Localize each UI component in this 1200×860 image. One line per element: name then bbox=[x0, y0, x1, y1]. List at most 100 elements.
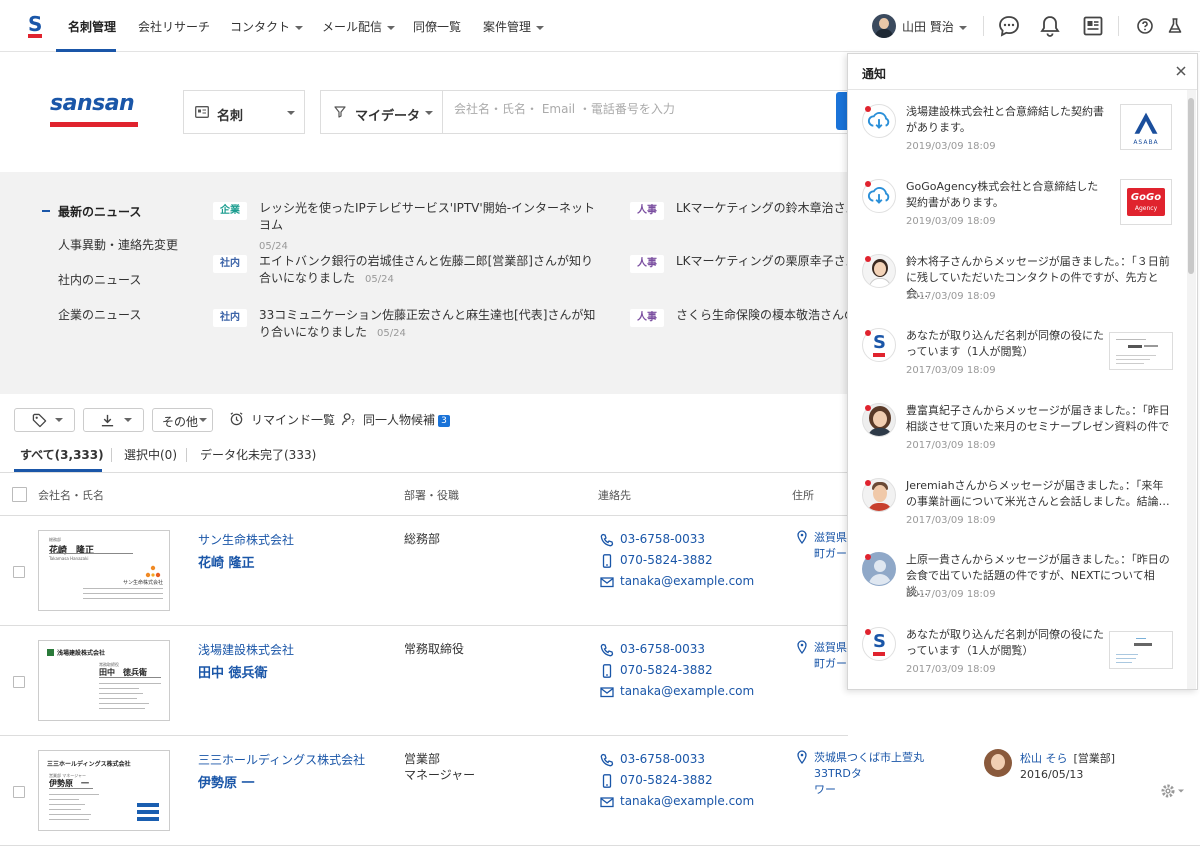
chat-icon[interactable] bbox=[997, 14, 1021, 38]
tab-selected[interactable]: 選択中(0) bbox=[124, 446, 177, 463]
divider bbox=[111, 448, 112, 462]
owner-name-link[interactable]: 松山 そら [営業部] bbox=[1020, 750, 1115, 766]
select-all-checkbox[interactable] bbox=[12, 487, 27, 502]
phone-link[interactable]: 03-6758-0033 bbox=[600, 641, 705, 657]
logo-letter: S bbox=[28, 12, 43, 36]
contract-thumbnail[interactable]: ASABA bbox=[1120, 104, 1172, 150]
company-name-link[interactable]: 浅場建設株式会社 bbox=[198, 641, 294, 658]
notification-item[interactable]: Jeremiahさんからメッセージが届きました。：「来年の事業計画について米光さ… bbox=[848, 478, 1186, 552]
column-header-address[interactable]: 住所 bbox=[792, 487, 814, 503]
unread-dot bbox=[865, 629, 871, 635]
nav-item-company-research[interactable]: 会社リサーチ bbox=[138, 18, 210, 35]
row-checkbox[interactable] bbox=[13, 786, 25, 798]
active-nav-indicator bbox=[56, 49, 116, 52]
data-filter-select[interactable]: マイデータ bbox=[321, 91, 443, 133]
tab-all[interactable]: すべて(3,333) bbox=[20, 446, 104, 463]
remind-list-link[interactable]: リマインド一覧 bbox=[251, 411, 335, 428]
phone-icon bbox=[600, 753, 614, 766]
notification-item[interactable]: 豊富真紀子さんからメッセージが届きました。：「昨日相談させて頂いた来月のセミナー… bbox=[848, 403, 1186, 477]
same-person-candidates-link[interactable]: 同一人物候補 3 bbox=[363, 411, 451, 428]
news-item[interactable]: エイトバンク銀行の岩城佳さんと佐藤二郎[営業部]さんが知り合いになりました 05/… bbox=[259, 253, 599, 288]
notification-item[interactable]: GoGoAgency株式会社と合意締結した契約書があります。 2019/03/0… bbox=[848, 179, 1186, 253]
person-name-link[interactable]: 田中 徳兵衛 bbox=[198, 662, 268, 681]
flask-icon[interactable] bbox=[1163, 14, 1187, 38]
contract-thumbnail[interactable]: GoGo Agency bbox=[1120, 179, 1172, 225]
search-scope-select[interactable]: 名刺 bbox=[183, 90, 305, 134]
business-card-image[interactable]: 三三ホールディングス株式会社 営業部 マネージャー 伊勢原 一 bbox=[38, 750, 170, 831]
row-checkbox[interactable] bbox=[13, 566, 25, 578]
unread-dot bbox=[865, 480, 871, 486]
chevron-down-icon bbox=[425, 111, 433, 115]
card-thumbnail[interactable] bbox=[1109, 332, 1173, 370]
divider bbox=[186, 448, 187, 462]
table-row[interactable]: 浅場建設株式会社 常務取締役 田中 徳兵衛 浅場建設株式会社 田中 徳兵衛 常務… bbox=[0, 626, 858, 736]
column-header-contact[interactable]: 連絡先 bbox=[598, 487, 631, 503]
help-icon[interactable] bbox=[1133, 14, 1157, 38]
notification-date: 2019/03/09 18:09 bbox=[906, 141, 996, 152]
news-item[interactable]: さくら生命保険の榎本敬浩さんの役職 bbox=[676, 307, 848, 324]
sansan-app-logo[interactable]: S bbox=[28, 14, 42, 38]
phone-link[interactable]: 03-6758-0033 bbox=[600, 751, 705, 767]
mobile-icon bbox=[602, 553, 612, 568]
notification-item[interactable]: 上原一貴さんからメッセージが届きました。：「昨日の会食で出ていた話題の件ですが、… bbox=[848, 552, 1186, 626]
news-item[interactable]: 33コミュニケーション佐藤正宏さんと麻生達也[代表]さんが知り合いになりました 0… bbox=[259, 307, 599, 342]
unread-dot bbox=[865, 106, 871, 112]
nav-item-contact[interactable]: コンタクト bbox=[230, 18, 304, 35]
mobile-link[interactable]: 070-5824-3882 bbox=[600, 552, 713, 568]
user-avatar[interactable] bbox=[872, 14, 896, 38]
email-link[interactable]: tanaka@example.com bbox=[600, 573, 754, 589]
business-card-image[interactable]: 浅場建設株式会社 常務取締役 田中 徳兵衛 bbox=[38, 640, 170, 721]
department: 営業部 マネージャー bbox=[404, 752, 476, 782]
news-item[interactable]: レッシ光を使ったIPテレビサービス'IPTV'開始-インターネットヨム 05/2… bbox=[259, 200, 599, 255]
news-tag: 社内 bbox=[213, 255, 247, 273]
news-item[interactable]: LKマーケティングの栗原幸子さんの bbox=[676, 253, 848, 270]
table-row[interactable]: 総務部 花崎 隆正 Takamasa Hanazaki サン生命株式会社 サン生… bbox=[0, 516, 858, 626]
unread-dot bbox=[865, 405, 871, 411]
other-button[interactable]: その他 bbox=[152, 408, 213, 432]
sansan-wordmark: sansan bbox=[50, 91, 135, 116]
card-list-icon[interactable] bbox=[1081, 14, 1105, 38]
notification-date: 2017/03/09 18:09 bbox=[906, 515, 996, 526]
owner-avatar[interactable] bbox=[984, 749, 1012, 777]
nav-item-meishi[interactable]: 名刺管理 bbox=[68, 18, 116, 35]
notification-item[interactable]: 鈴木将子さんからメッセージが届きました。：「３日前に残していただいたコンタクトの… bbox=[848, 254, 1186, 328]
column-header-name[interactable]: 会社名・氏名 bbox=[38, 487, 104, 503]
notification-item[interactable]: S あなたが取り込んだ名刺が同僚の役にたっています（1人が閲覧） 2017/03… bbox=[848, 627, 1186, 689]
news-item[interactable]: LKマーケティングの鈴木章治さんの bbox=[676, 200, 848, 217]
email-link[interactable]: tanaka@example.com bbox=[600, 793, 754, 809]
phone-icon bbox=[600, 533, 614, 546]
tab-pending-digitization[interactable]: データ化未完了(333) bbox=[200, 446, 316, 463]
company-name-link[interactable]: 三三ホールディングス株式会社 bbox=[198, 751, 365, 768]
nav-item-colleagues[interactable]: 同僚一覧 bbox=[413, 18, 461, 35]
download-button[interactable] bbox=[83, 408, 144, 432]
card-thumbnail[interactable] bbox=[1109, 631, 1173, 669]
notification-item[interactable]: 浅場建設株式会社と合意締結した契約書があります。 2019/03/09 18:0… bbox=[848, 104, 1186, 178]
nav-item-deals[interactable]: 案件管理 bbox=[483, 18, 545, 35]
table-row[interactable]: 三三ホールディングス株式会社 営業部 マネージャー 伊勢原 一 三三ホールディン… bbox=[0, 736, 1200, 846]
gear-icon[interactable] bbox=[1160, 783, 1186, 799]
search-input[interactable] bbox=[454, 102, 824, 116]
scrollbar-thumb[interactable] bbox=[1188, 98, 1194, 274]
column-header-dept[interactable]: 部署・役職 bbox=[404, 487, 459, 503]
person-name-link[interactable]: 伊勢原 一 bbox=[198, 772, 255, 791]
news-category-company[interactable]: 企業のニュース bbox=[58, 306, 141, 323]
company-logo-icon bbox=[137, 803, 159, 821]
company-name-link[interactable]: サン生命株式会社 bbox=[198, 531, 294, 548]
news-category-latest[interactable]: 最新のニュース bbox=[58, 203, 141, 220]
row-checkbox[interactable] bbox=[13, 676, 25, 688]
email-link[interactable]: tanaka@example.com bbox=[600, 683, 754, 699]
bell-icon[interactable] bbox=[1038, 14, 1062, 38]
person-name-link[interactable]: 花崎 隆正 bbox=[198, 552, 255, 571]
notification-item[interactable]: S あなたが取り込んだ名刺が同僚の役にたっています（1人が閲覧） 2017/03… bbox=[848, 328, 1186, 402]
mobile-link[interactable]: 070-5824-3882 bbox=[600, 662, 713, 678]
news-category-internal[interactable]: 社内のニュース bbox=[58, 271, 141, 288]
business-card-image[interactable]: 総務部 花崎 隆正 Takamasa Hanazaki サン生命株式会社 bbox=[38, 530, 170, 611]
phone-link[interactable]: 03-6758-0033 bbox=[600, 531, 705, 547]
nav-item-mail[interactable]: メール配信 bbox=[322, 18, 396, 35]
mobile-link[interactable]: 070-5824-3882 bbox=[600, 772, 713, 788]
tag-button[interactable] bbox=[14, 408, 75, 432]
user-menu[interactable]: 山田 賢治 bbox=[902, 18, 967, 35]
card-icon bbox=[195, 106, 209, 118]
close-icon[interactable] bbox=[1174, 64, 1188, 78]
news-category-personnel[interactable]: 人事異動・連絡先変更 bbox=[58, 236, 178, 253]
